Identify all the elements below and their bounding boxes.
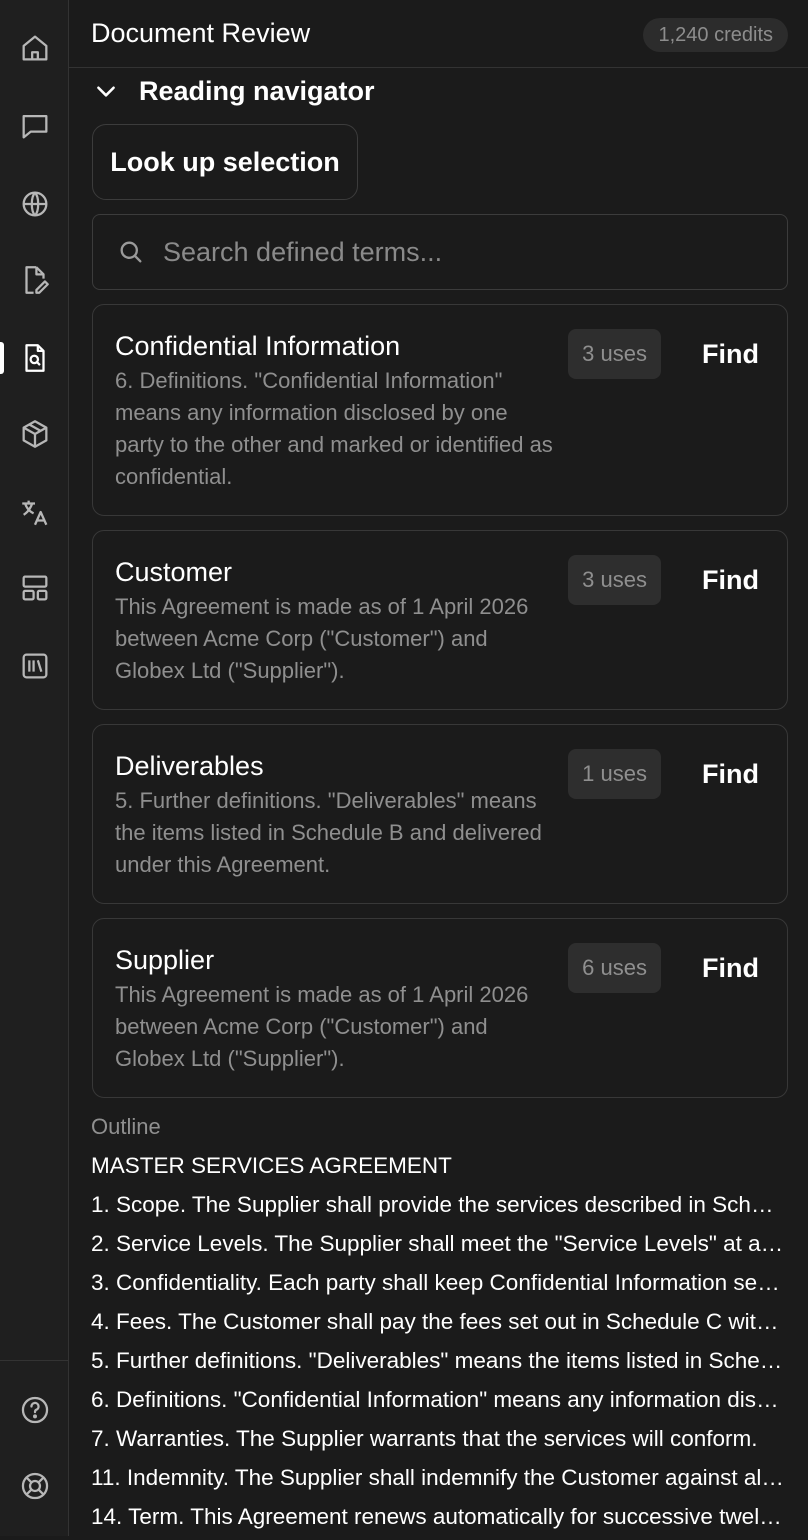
sidebar-divider	[0, 1360, 69, 1361]
document-search-button[interactable]	[0, 328, 69, 388]
outline-label: Outline	[91, 1114, 161, 1139]
header: Document Review 1,240 credits	[69, 0, 808, 68]
section-title: Reading navigator	[139, 75, 375, 106]
page-title: Document Review	[91, 18, 311, 48]
chevron-down-icon	[97, 86, 115, 97]
outline-item[interactable]: 4. Fees. The Customer shall pay the fees…	[91, 1306, 785, 1345]
uses-badge: 3 uses	[568, 329, 661, 379]
search-input[interactable]	[163, 236, 787, 268]
main-panel: Document Review 1,240 credits Reading na…	[69, 0, 808, 1536]
help-icon	[21, 1396, 48, 1424]
globe-icon	[22, 191, 47, 217]
box-icon	[22, 420, 47, 448]
outline-item[interactable]: 2. Service Levels. The Supplier shall me…	[91, 1228, 785, 1267]
uses-badge: 1 uses	[568, 749, 661, 799]
outline-item[interactable]: MASTER SERVICES AGREEMENT	[91, 1150, 785, 1189]
outline-item[interactable]: 1. Scope. The Supplier shall provide the…	[91, 1189, 785, 1228]
outline-list: MASTER SERVICES AGREEMENT 1. Scope. The …	[91, 1150, 785, 1540]
outline-item[interactable]: 7. Warranties. The Supplier warrants tha…	[91, 1423, 785, 1462]
uses-badge: 3 uses	[568, 555, 661, 605]
library-button[interactable]	[0, 636, 69, 696]
edit-document-button[interactable]	[0, 250, 69, 310]
term-card: Customer This Agreement is made as of 1 …	[92, 530, 788, 710]
translate-icon	[21, 500, 47, 526]
library-icon	[22, 653, 47, 679]
term-definition: 6. Definitions. "Confidential Informatio…	[115, 368, 553, 489]
file-edit-icon	[24, 266, 49, 294]
reading-navigator-toggle[interactable]: Reading navigator	[93, 74, 375, 108]
term-definition: This Agreement is made as of 1 April 202…	[115, 982, 529, 1071]
globe-button[interactable]	[0, 174, 69, 234]
credits-badge: 1,240 credits	[643, 18, 788, 52]
help-button[interactable]	[0, 1380, 69, 1440]
outline-item[interactable]: 5. Further definitions. "Deliverables" m…	[91, 1345, 785, 1384]
layout-button[interactable]	[0, 558, 69, 618]
term-name: Customer	[115, 557, 233, 587]
term-card: Deliverables 5. Further definitions. "De…	[92, 724, 788, 904]
search-icon	[120, 241, 142, 263]
term-card: Supplier This Agreement is made as of 1 …	[92, 918, 788, 1098]
uses-badge: 6 uses	[568, 943, 661, 993]
support-button[interactable]	[0, 1456, 69, 1516]
term-definition: 5. Further definitions. "Deliverables" m…	[115, 788, 542, 877]
term-card: Confidential Information 6. Definitions.…	[92, 304, 788, 516]
lifebuoy-icon	[21, 1472, 48, 1500]
term-name: Supplier	[115, 945, 215, 975]
sidebar	[0, 0, 69, 1536]
outline-item[interactable]: 14. Term. This Agreement renews automati…	[91, 1501, 785, 1540]
term-name: Confidential Information	[115, 331, 401, 361]
find-button[interactable]: Find	[702, 329, 759, 379]
search-field[interactable]	[92, 214, 788, 290]
package-button[interactable]	[0, 404, 69, 464]
chat-icon	[22, 114, 47, 139]
term-definition: This Agreement is made as of 1 April 202…	[115, 594, 529, 683]
home-icon	[22, 35, 47, 61]
find-button[interactable]: Find	[702, 943, 759, 993]
outline-item[interactable]: 3. Confidentiality. Each party shall kee…	[91, 1267, 785, 1306]
term-name: Deliverables	[115, 751, 264, 781]
find-button[interactable]: Find	[702, 749, 759, 799]
outline-item[interactable]: 11. Indemnity. The Supplier shall indemn…	[91, 1462, 785, 1501]
outline-item[interactable]: 6. Definitions. "Confidential Informatio…	[91, 1384, 785, 1423]
file-search-icon	[24, 344, 45, 372]
layout-icon	[22, 575, 47, 601]
home-button[interactable]	[0, 18, 69, 78]
translate-button[interactable]	[0, 482, 69, 542]
look-up-selection-button[interactable]: Look up selection	[92, 124, 358, 200]
find-button[interactable]: Find	[702, 555, 759, 605]
chat-button[interactable]	[0, 96, 69, 156]
